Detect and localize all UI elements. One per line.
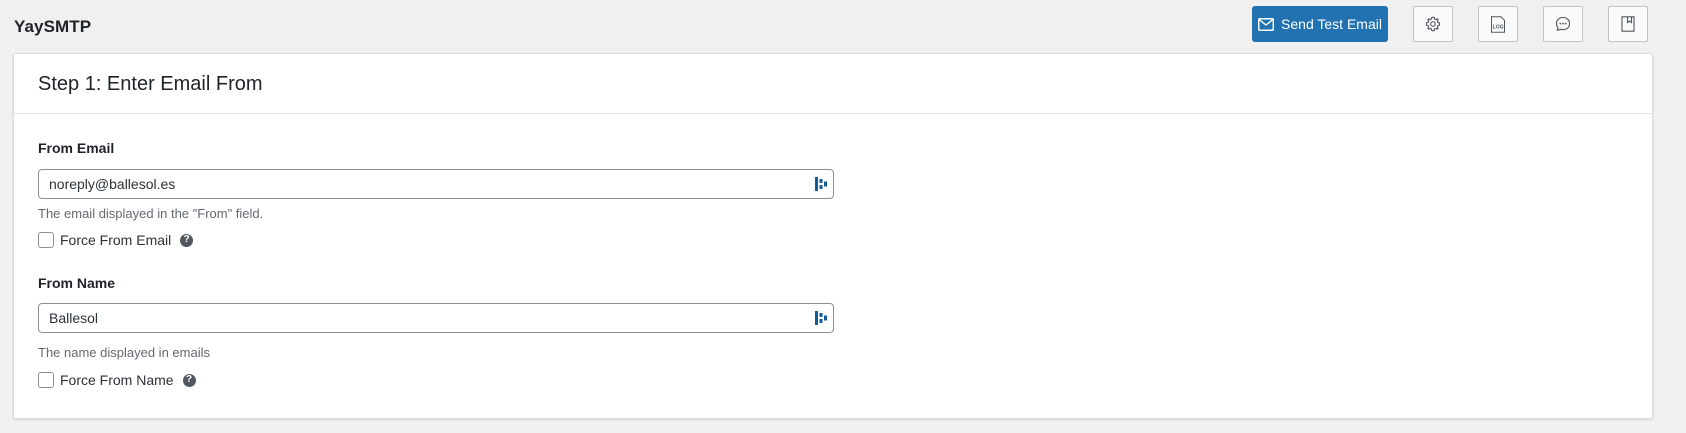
chat-bubble-icon	[1555, 16, 1571, 32]
force-from-name-row: Force From Name ?	[38, 372, 196, 388]
from-email-label: From Email	[38, 140, 115, 156]
log-icon-text: LOG	[1493, 24, 1504, 30]
log-icon: LOG	[1491, 15, 1505, 33]
send-test-email-label: Send Test Email	[1281, 16, 1382, 32]
top-bar: YaySMTP Send Test Email LOG	[0, 0, 1686, 52]
field-autofill-icon[interactable]	[814, 176, 828, 192]
force-from-email-label[interactable]: Force From Email	[60, 232, 171, 248]
from-name-input[interactable]	[38, 303, 834, 333]
documentation-button[interactable]	[1608, 6, 1648, 42]
help-question-icon[interactable]: ?	[182, 373, 196, 387]
email-log-button[interactable]: LOG	[1478, 6, 1518, 42]
field-autofill-icon[interactable]	[814, 310, 828, 326]
force-from-name-checkbox[interactable]	[38, 372, 54, 388]
from-name-help-text: The name displayed in emails	[38, 345, 210, 360]
force-from-email-row: Force From Email ?	[38, 232, 194, 248]
step-title: Step 1: Enter Email From	[38, 73, 263, 95]
support-chat-button[interactable]	[1543, 6, 1583, 42]
settings-button[interactable]	[1413, 6, 1453, 42]
settings-gear-icon	[1425, 16, 1441, 32]
card-header: Step 1: Enter Email From	[14, 54, 1652, 114]
force-from-name-label[interactable]: Force From Name	[60, 372, 174, 388]
send-test-email-button[interactable]: Send Test Email	[1252, 6, 1388, 42]
envelope-icon	[1258, 17, 1274, 31]
email-from-card: Step 1: Enter Email From From Email The …	[13, 53, 1653, 419]
help-question-icon[interactable]: ?	[180, 233, 194, 247]
from-email-help-text: The email displayed in the "From" field.	[38, 206, 264, 221]
app-title: YaySMTP	[14, 17, 92, 36]
from-email-input[interactable]	[38, 169, 834, 199]
from-name-label: From Name	[38, 275, 116, 291]
document-icon	[1621, 16, 1635, 32]
force-from-email-checkbox[interactable]	[38, 232, 54, 248]
